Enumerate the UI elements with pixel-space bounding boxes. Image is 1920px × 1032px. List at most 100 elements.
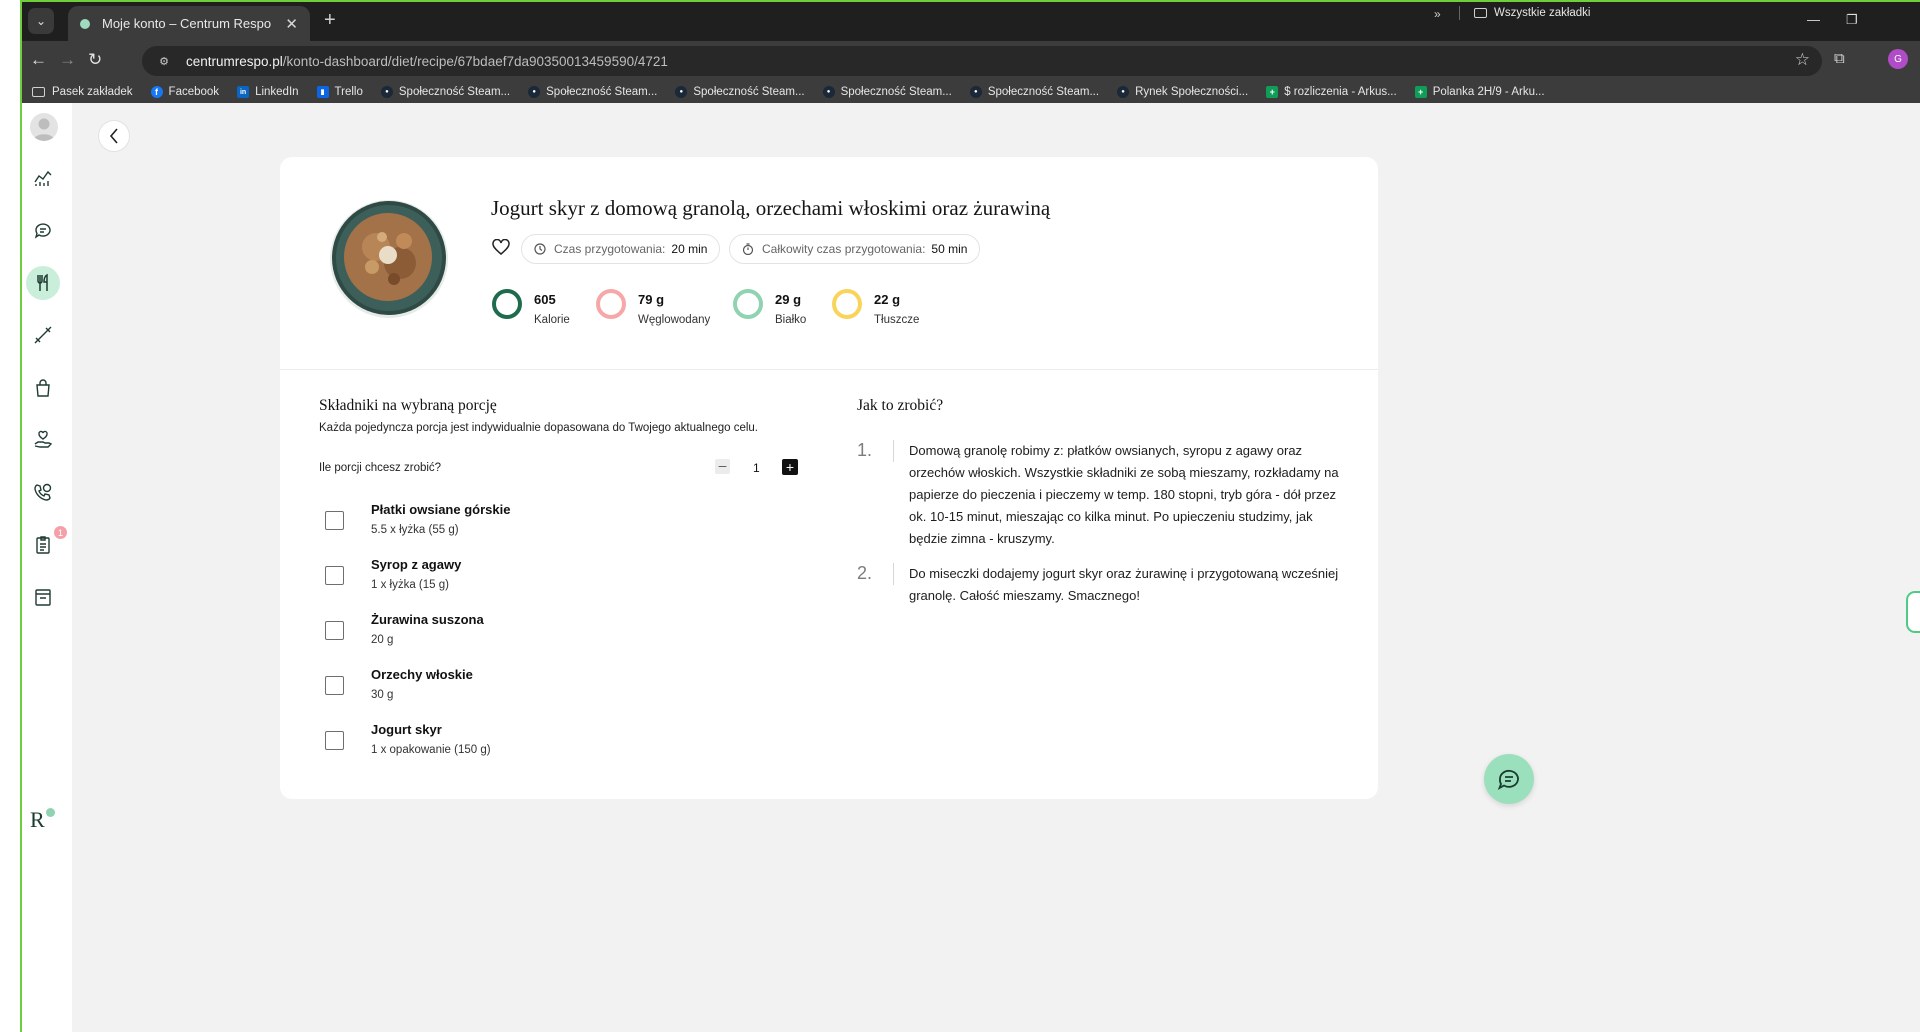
ingredient-name: Żurawina suszona [371, 612, 484, 627]
browser-toolbar: ← → ↻ ⚙ centrumrespo.pl/konto-dashboard/… [22, 41, 1920, 81]
ingredient-quantity: 5.5 x łyżka (55 g) [371, 524, 459, 536]
restore-button[interactable]: ❐ [1846, 12, 1858, 28]
folder-icon [32, 87, 45, 97]
recipe-photo [330, 200, 448, 318]
close-tab-icon[interactable]: ✕ [285, 15, 298, 33]
back-button[interactable] [98, 120, 130, 152]
portion-count: 1 [753, 461, 760, 475]
ingredient-quantity: 1 x łyżka (15 g) [371, 579, 449, 591]
archive-box-icon[interactable] [26, 580, 60, 614]
portion-question: Ile porcji chcesz zrobić? [319, 462, 442, 474]
ingredient-item: Syrop z agawy 1 x łyżka (15 g) [325, 557, 745, 602]
user-avatar[interactable] [30, 113, 58, 141]
macro-carbs: 79 g Węglowodany [596, 289, 710, 326]
linkedin-icon: in [237, 86, 250, 98]
ingredient-quantity: 30 g [371, 689, 394, 701]
progress-chart-icon[interactable] [26, 161, 60, 195]
bookmark-item[interactable]: ● Społeczność Steam... [822, 86, 952, 98]
macro-ring-fat [832, 289, 862, 319]
bookmark-item[interactable]: ● Społeczność Steam... [380, 86, 510, 98]
minimize-button[interactable]: — [1807, 12, 1820, 27]
ingredient-checkbox[interactable] [325, 621, 344, 640]
chat-support-button[interactable] [1484, 754, 1534, 804]
increase-portion-button[interactable]: + [782, 459, 798, 475]
total-time-label: Całkowity czas przygotowania: [762, 242, 926, 256]
tab-search-button[interactable]: ⌄ [28, 8, 54, 34]
bookmark-star-icon[interactable]: ☆ [1795, 50, 1810, 70]
diet-cutlery-icon[interactable] [26, 266, 60, 300]
macro-protein: 29 g Białko [733, 289, 806, 326]
tab-title: Moje konto – Centrum Respo [102, 16, 272, 31]
more-bookmarks-icon[interactable]: » [1434, 7, 1441, 21]
ingredient-name: Orzechy włoskie [371, 667, 473, 682]
respo-logo[interactable]: R [30, 807, 55, 833]
extensions-icon[interactable]: ⧉ [1834, 50, 1845, 67]
steps-heading: Jak to zrobić? [857, 397, 944, 414]
steam-icon: ● [1117, 86, 1130, 98]
steam-icon: ● [969, 86, 982, 98]
workout-dumbbell-icon[interactable] [26, 318, 60, 352]
macro-fat: 22 g Tłuszcze [832, 289, 919, 326]
browser-window: ⌄ Moje konto – Centrum Respo ✕ + — ❐ ← →… [20, 0, 1920, 1032]
bookmark-item[interactable]: ● Społeczność Steam... [675, 86, 805, 98]
ingredient-item: Żurawina suszona 20 g [325, 612, 745, 657]
browser-tab[interactable]: Moje konto – Centrum Respo ✕ [68, 6, 310, 41]
section-divider [280, 369, 1378, 370]
step-divider [893, 563, 894, 585]
total-time-pill: Całkowity czas przygotowania: 50 min [729, 234, 981, 264]
bookmarks-bar: Pasek zakładek f Facebook in LinkedIn ▮ Trello… [22, 81, 1920, 103]
ingredient-checkbox[interactable] [325, 731, 344, 750]
bookmark-item[interactable]: in LinkedIn [237, 86, 299, 98]
clock-icon [534, 243, 546, 255]
phone-consultation-icon[interactable] [26, 475, 60, 509]
ingredient-quantity: 20 g [371, 634, 394, 646]
bookmark-item[interactable]: Pasek zakładek [32, 86, 133, 98]
forward-arrow-icon[interactable]: → [59, 50, 76, 70]
ingredient-checkbox[interactable] [325, 566, 344, 585]
ingredients-subtitle: Każda pojedyncza porcja jest indywidualn… [319, 422, 759, 434]
steam-icon: ● [822, 86, 835, 98]
bookmark-item[interactable]: f Facebook [150, 86, 219, 98]
bookmark-item[interactable]: ● Rynek Społeczności... [1117, 86, 1248, 98]
bookmark-item[interactable]: ● Społeczność Steam... [528, 86, 657, 98]
steam-icon: ● [528, 86, 541, 98]
address-bar[interactable]: ⚙ centrumrespo.pl/konto-dashboard/diet/r… [142, 46, 1822, 76]
steam-icon: ● [380, 86, 393, 98]
care-hand-heart-icon[interactable] [26, 423, 60, 457]
url-text: centrumrespo.pl/konto-dashboard/diet/rec… [186, 53, 668, 69]
ingredient-checkbox[interactable] [325, 676, 344, 695]
ingredient-checkbox[interactable] [325, 511, 344, 530]
back-arrow-icon[interactable]: ← [30, 50, 47, 70]
ingredient-item: Jogurt skyr 1 x opakowanie (150 g) [325, 722, 745, 767]
site-info-icon[interactable]: ⚙ [154, 53, 174, 69]
chat-bubble-icon [1497, 769, 1519, 790]
all-bookmarks-folder[interactable]: Wszystkie zakładki [1474, 7, 1591, 19]
prep-time-pill: Czas przygotowania: 20 min [521, 234, 721, 264]
bookmark-item[interactable]: + Polanka 2H/9 - Arku... [1414, 86, 1545, 98]
favicon-icon [80, 18, 90, 29]
chevron-left-icon [109, 128, 118, 144]
side-panel-tab[interactable] [1906, 591, 1920, 633]
bookmark-item[interactable]: ● Społeczność Steam... [969, 86, 1099, 98]
app-sidebar: 1 R [22, 103, 72, 1032]
bookmark-item[interactable]: + $ rozliczenia - Arkus... [1266, 86, 1397, 98]
sheets-icon: + [1266, 86, 1279, 98]
profile-avatar[interactable]: G [1888, 49, 1908, 69]
ingredient-name: Jogurt skyr [371, 722, 442, 737]
shopping-bag-icon[interactable] [26, 371, 60, 405]
ingredient-quantity: 1 x opakowanie (150 g) [371, 744, 491, 756]
ingredient-item: Orzechy włoskie 30 g [325, 667, 745, 712]
trello-icon: ▮ [316, 86, 329, 98]
decrease-portion-button[interactable]: – [715, 458, 730, 474]
page-content: 1 R Jogurt skyr z domową granolą, orzech… [22, 103, 1920, 1032]
new-tab-button[interactable]: + [324, 9, 336, 32]
step-text: Domową granolę robimy z: płatków owsiany… [909, 443, 1339, 546]
messages-icon[interactable] [26, 213, 60, 247]
favorite-heart-icon[interactable] [492, 238, 510, 260]
sheets-icon: + [1414, 86, 1427, 98]
bookmark-item[interactable]: ▮ Trello [316, 86, 363, 98]
ingredient-item: Płatki owsiane górskie 5.5 x łyżka (55 g… [325, 502, 745, 547]
macro-ring-protein [733, 289, 763, 319]
notification-badge: 1 [54, 526, 67, 539]
reload-icon[interactable]: ↻ [88, 50, 102, 70]
